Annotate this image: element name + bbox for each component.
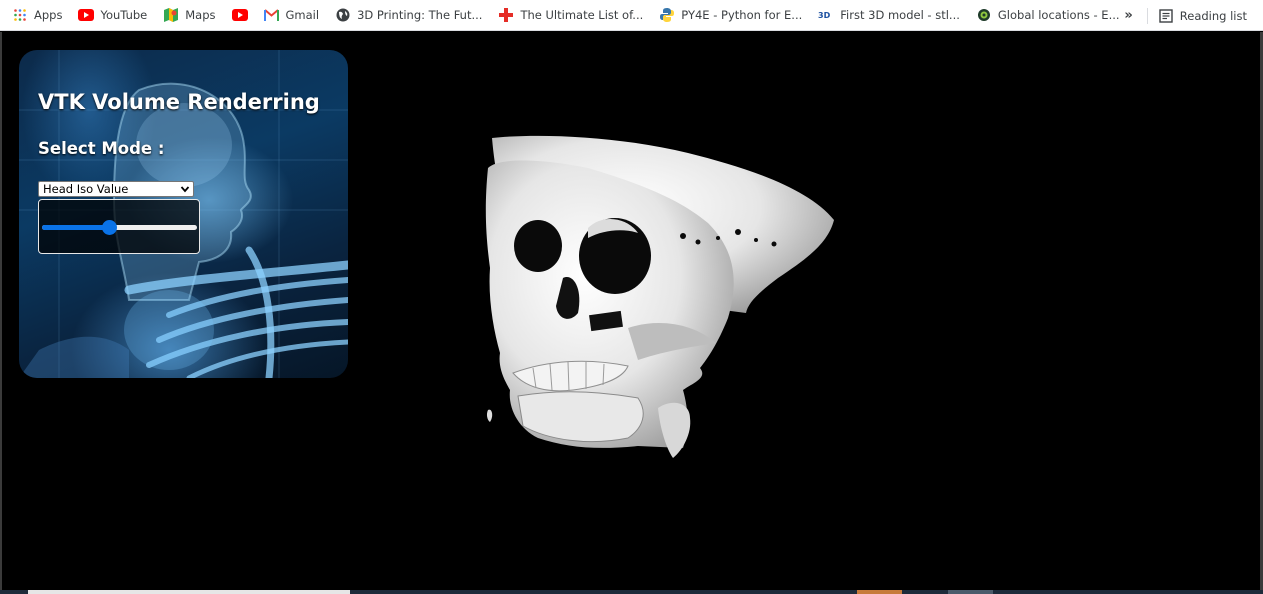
bookmark-youtube[interactable]: YouTube — [78, 7, 147, 23]
red-cross-icon — [498, 7, 514, 23]
youtube-icon — [78, 7, 95, 23]
bookmarks-right: » Reading list — [1124, 0, 1247, 31]
maps-icon — [163, 7, 179, 23]
bookmark-youtube-2[interactable] — [231, 7, 248, 23]
bookmark-label: PY4E - Python for E... — [681, 8, 803, 22]
bookmark-label: First 3D model - stl... — [840, 8, 960, 22]
gmail-icon — [264, 7, 280, 23]
bookmark-3d-printing[interactable]: 3D Printing: The Fut... — [335, 7, 482, 23]
iso-value-slider-fill — [42, 225, 109, 230]
reading-list-label: Reading list — [1179, 8, 1247, 23]
bookmark-py4e[interactable]: PY4E - Python for E... — [659, 7, 802, 23]
bookmark-label: YouTube — [100, 8, 148, 22]
bookmark-maps[interactable]: Maps — [163, 7, 216, 23]
window-border-left — [0, 32, 2, 594]
bookmark-label: Global locations - E... — [997, 8, 1120, 22]
page-title: VTK Volume Renderring — [38, 90, 320, 114]
iso-value-slider-track[interactable] — [42, 220, 197, 235]
globe-icon — [335, 7, 351, 23]
divider — [1146, 7, 1148, 24]
skull-volume-render[interactable] — [478, 128, 838, 463]
iso-value-slider-container — [38, 199, 200, 254]
apps-grid-icon — [12, 7, 28, 23]
bookmark-label: 3D Printing: The Fut... — [357, 8, 483, 22]
bookmark-label: The Ultimate List of... — [520, 8, 644, 22]
python-icon — [659, 7, 675, 23]
bookmarks-overflow-button[interactable]: » — [1124, 8, 1132, 23]
mode-select-value: Head Iso Value — [43, 182, 129, 196]
select-mode-label: Select Mode : — [38, 139, 165, 158]
3d-icon: 3D — [818, 7, 834, 23]
taskbar-search-box[interactable] — [28, 590, 350, 594]
reading-list-button[interactable]: Reading list — [1158, 8, 1247, 24]
bookmark-ultimate-list[interactable]: The Ultimate List of... — [498, 7, 643, 23]
bookmark-apps[interactable]: Apps — [12, 7, 62, 23]
bookmark-global-locations[interactable]: Global locations - E... — [976, 7, 1120, 23]
bookmarks-bar: Apps YouTube Maps Gmail 3D Printing: The… — [0, 0, 1263, 31]
control-panel: VTK Volume Renderring Select Mode : Head… — [19, 50, 348, 378]
chevron-down-icon — [180, 183, 190, 197]
bookmark-label: Gmail — [285, 8, 320, 22]
reading-list-icon — [1158, 8, 1174, 24]
bookmark-gmail[interactable]: Gmail — [264, 7, 320, 23]
iso-value-slider-thumb[interactable] — [101, 220, 117, 235]
mode-select[interactable]: Head Iso Value — [38, 181, 194, 197]
bookmark-first-3d-model[interactable]: 3D First 3D model - stl... — [818, 7, 960, 23]
bookmark-label: Maps — [185, 8, 216, 22]
taskbar-app-button[interactable] — [857, 590, 902, 594]
location-icon — [976, 7, 992, 23]
youtube-icon — [231, 7, 248, 23]
taskbar-app-button[interactable] — [948, 590, 993, 594]
svg-text:3D: 3D — [818, 11, 831, 20]
bookmark-label: Apps — [34, 8, 63, 22]
